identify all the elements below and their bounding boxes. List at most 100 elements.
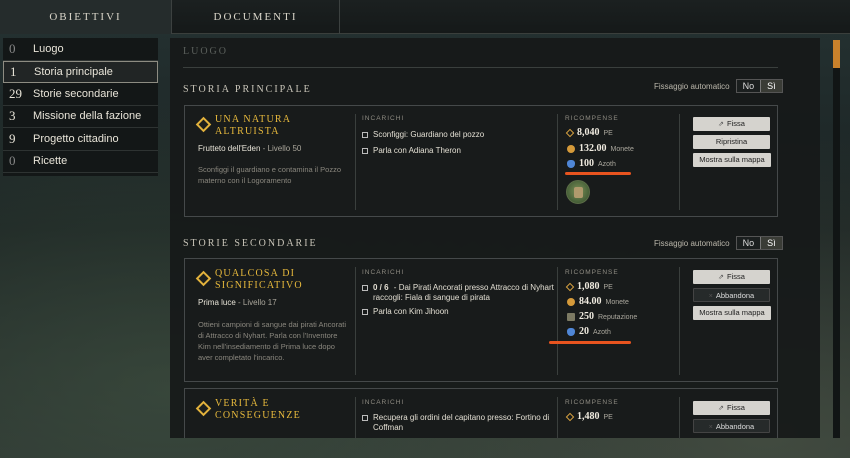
sidebar-count: 3 bbox=[9, 108, 16, 124]
reputation-icon bbox=[567, 312, 575, 321]
tasks-header: INCARICHI bbox=[362, 399, 405, 406]
coin-icon bbox=[567, 144, 575, 153]
autopin-toggle[interactable]: No Sì bbox=[735, 79, 783, 93]
divider bbox=[679, 397, 680, 439]
pin-button[interactable]: ⇗ Fissa bbox=[693, 401, 770, 415]
sidebar-item-faction-mission[interactable]: 3 Missione della fazione bbox=[3, 106, 158, 128]
task-item: Parla con Adiana Theron bbox=[362, 146, 552, 156]
show-on-map-button[interactable]: Mostra sulla mappa bbox=[693, 153, 771, 167]
rewards-header: RICOMPENSE bbox=[565, 115, 619, 122]
top-tab-bar: OBIETTIVI DOCUMENTI bbox=[0, 0, 850, 34]
reset-button[interactable]: Ripristina bbox=[693, 135, 770, 149]
divider bbox=[355, 114, 356, 210]
sidebar-item-side-stories[interactable]: 29 Storie secondarie bbox=[3, 83, 158, 106]
quest-title: QUALCOSA DI SIGNIFICATIVO bbox=[215, 268, 303, 291]
section-title-side-stories: STORIE SECONDARIE bbox=[183, 238, 318, 249]
sidebar-count: 0 bbox=[9, 40, 16, 56]
toggle-no[interactable]: No bbox=[736, 237, 761, 249]
quest-title: VERITÀ E CONSEGUENZE bbox=[215, 398, 301, 421]
sidebar-item-label: Luogo bbox=[33, 42, 64, 55]
sidebar-count: 29 bbox=[9, 85, 22, 101]
scrollbar-thumb[interactable] bbox=[833, 40, 840, 68]
sidebar-item-location[interactable]: 0 Luogo bbox=[3, 38, 158, 61]
tasks-header: INCARICHI bbox=[362, 269, 405, 276]
task-item: 0 / 6 - Dai Pirati Ancorati presso Attra… bbox=[362, 283, 554, 303]
xp-icon bbox=[565, 282, 575, 291]
divider bbox=[183, 67, 778, 68]
azoth-icon bbox=[567, 159, 575, 168]
task-checkbox bbox=[362, 132, 368, 138]
quest-description: Sconfiggi il guardiano e contamina il Po… bbox=[198, 165, 342, 185]
divider bbox=[355, 397, 356, 439]
task-checkbox bbox=[362, 309, 368, 315]
task-item: Sconfiggi: Guardiano del pozzo bbox=[362, 130, 552, 140]
autopin-label: Fissaggio automatico bbox=[654, 81, 730, 91]
autopin-main: Fissaggio automatico No Sì bbox=[654, 79, 783, 93]
objectives-sidebar: 0 Luogo 1 Storia principale 29 Storie se… bbox=[3, 38, 158, 176]
sidebar-item-label: Missione della fazione bbox=[33, 110, 142, 123]
quest-marker-icon bbox=[195, 116, 212, 133]
pin-button[interactable]: ⇗ Fissa bbox=[693, 270, 770, 284]
chest-reward-icon[interactable] bbox=[566, 180, 590, 204]
divider bbox=[679, 114, 680, 210]
quest-title: UNA NATURA ALTRUISTA bbox=[215, 114, 292, 137]
highlight-underline bbox=[549, 341, 631, 344]
rewards-header: RICOMPENSE bbox=[565, 269, 619, 276]
sidebar-item-label: Progetto cittadino bbox=[33, 132, 119, 145]
quest-location: Prima luce - Livello 17 bbox=[198, 298, 277, 307]
divider bbox=[557, 397, 558, 439]
reward-azoth: 100 Azoth bbox=[567, 158, 616, 169]
tab-documents[interactable]: DOCUMENTI bbox=[172, 0, 340, 34]
section-title-main-story: STORIA PRINCIPALE bbox=[183, 84, 312, 95]
quest-card[interactable]: VERITÀ E CONSEGUENZE INCARICHI Recupera g… bbox=[184, 388, 778, 439]
reward-coins: 84.00 Monete bbox=[567, 296, 629, 307]
show-on-map-button[interactable]: Mostra sulla mappa bbox=[693, 306, 771, 320]
reward-xp: 1,080 PE bbox=[565, 281, 613, 292]
sidebar-count: 9 bbox=[9, 130, 16, 146]
coin-icon bbox=[567, 297, 575, 306]
scrollbar[interactable] bbox=[833, 40, 840, 438]
toggle-no[interactable]: No bbox=[736, 80, 761, 92]
sidebar-item-label: Storia principale bbox=[34, 65, 113, 78]
abandon-button[interactable]: × Abbandona bbox=[693, 419, 770, 433]
sidebar-item-town-project[interactable]: 9 Progetto cittadino bbox=[3, 128, 158, 151]
divider bbox=[557, 267, 558, 375]
sidebar-item-label: Storie secondarie bbox=[33, 87, 119, 100]
divider bbox=[679, 267, 680, 375]
reward-xp: 1,480 PE bbox=[565, 411, 613, 422]
highlight-underline bbox=[565, 172, 631, 175]
task-checkbox bbox=[362, 285, 368, 291]
divider bbox=[355, 267, 356, 375]
reward-reputation: 250 Reputazione bbox=[567, 311, 637, 322]
quest-card[interactable]: QUALCOSA DI SIGNIFICATIVO Prima luce - Li… bbox=[184, 258, 778, 382]
reward-xp: 8,040 PE bbox=[565, 127, 613, 138]
autopin-side: Fissaggio automatico No Sì bbox=[654, 236, 783, 250]
sidebar-count: 1 bbox=[10, 63, 17, 79]
xp-icon bbox=[565, 128, 575, 137]
tasks-header: INCARICHI bbox=[362, 115, 405, 122]
quest-card[interactable]: UNA NATURA ALTRUISTA Frutteto dell'Eden -… bbox=[184, 105, 778, 217]
sidebar-item-label: Ricette bbox=[33, 155, 68, 168]
task-item: Parla con Kim Jihoon bbox=[362, 307, 554, 317]
azoth-icon bbox=[567, 327, 575, 336]
tab-objectives[interactable]: OBIETTIVI bbox=[0, 0, 172, 34]
rewards-header: RICOMPENSE bbox=[565, 399, 619, 406]
toggle-yes[interactable]: Sì bbox=[760, 80, 782, 92]
sidebar-item-recipes[interactable]: 0 Ricette bbox=[3, 151, 158, 173]
divider bbox=[557, 114, 558, 210]
task-item: Recupera gli ordini del capitano presso:… bbox=[362, 413, 554, 433]
task-checkbox bbox=[362, 148, 368, 154]
autopin-label: Fissaggio automatico bbox=[654, 238, 730, 248]
section-title-location: LUOGO bbox=[183, 46, 228, 57]
task-checkbox bbox=[362, 415, 368, 421]
reward-coins: 132.00 Monete bbox=[567, 143, 634, 154]
quest-location: Frutteto dell'Eden - Livello 50 bbox=[198, 144, 302, 153]
abandon-button[interactable]: × Abbandona bbox=[693, 288, 770, 302]
quest-marker-icon bbox=[195, 400, 212, 417]
quest-description: Ottieni campioni di sangue dai pirati An… bbox=[198, 320, 347, 362]
pin-button[interactable]: ⇗ Fissa bbox=[693, 117, 770, 131]
autopin-toggle[interactable]: No Sì bbox=[735, 236, 783, 250]
quest-marker-icon bbox=[195, 270, 212, 287]
sidebar-item-main-story[interactable]: 1 Storia principale bbox=[3, 60, 158, 83]
toggle-yes[interactable]: Sì bbox=[760, 237, 782, 249]
